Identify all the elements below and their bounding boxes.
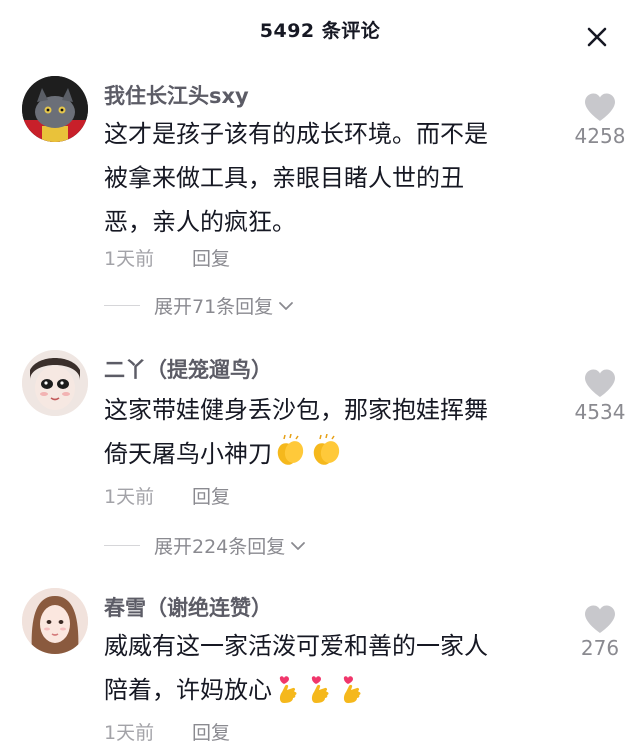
close-button[interactable] (582, 22, 612, 52)
finger-heart-emoji (338, 670, 368, 718)
username[interactable]: 二丫（提笼遛鸟） (104, 354, 272, 384)
like-count: 4258 (574, 124, 626, 148)
reply-button[interactable]: 回复 (192, 722, 230, 744)
heart-icon (585, 605, 615, 633)
heart-icon (585, 93, 615, 121)
comment-text-line: 被拿来做工具，亲眼目睹人世的丑 (104, 164, 464, 192)
close-icon (587, 27, 607, 47)
finger-heart-emoji (274, 670, 304, 718)
user-avatar[interactable] (22, 76, 88, 142)
comment-text: 这才是孩子该有的成长环境。而不是 被拿来做工具，亲眼目睹人世的丑 恶，亲人的疯狂… (104, 112, 544, 244)
like-count: 4534 (574, 400, 626, 424)
like-button[interactable]: 276 (560, 604, 640, 660)
heart-icon (585, 369, 615, 397)
expand-replies-label: 展开71条回复 (154, 296, 274, 318)
comment-text-line: 恶，亲人的疯狂。 (104, 208, 296, 236)
comment-text-line: 这才是孩子该有的成长环境。而不是 (104, 120, 488, 148)
comment-time: 1天前 (104, 248, 155, 270)
comment-time: 1天前 (104, 486, 155, 508)
comment-text: 这家带娃健身丢沙包，那家抱娃挥舞 倚天屠鸟小神刀 (104, 388, 544, 482)
comment-meta: 1天前 回复 (104, 482, 230, 509)
user-avatar[interactable] (22, 350, 88, 416)
comments-header: 5492 条评论 (0, 0, 640, 64)
username[interactable]: 我住长江头sxy (104, 80, 249, 110)
like-count: 276 (580, 636, 620, 660)
divider-dash (104, 545, 140, 546)
clapping-hands-emoji (310, 433, 344, 482)
expand-replies-button[interactable]: 展开71条回复 (104, 292, 295, 319)
username[interactable]: 春雪（谢绝连赞） (104, 592, 272, 622)
comment-time: 1天前 (104, 722, 155, 744)
cat-avatar-image (22, 76, 88, 142)
comment-text-line: 倚天屠鸟小神刀 (104, 432, 544, 482)
comment-text-line: 威威有这一家活泼可爱和善的一家人 (104, 632, 488, 660)
chevron-down-icon (279, 301, 294, 310)
comment-meta: 1天前 回复 (104, 718, 230, 745)
expand-replies-label: 展开224条回复 (154, 536, 286, 558)
cartoon-face-avatar-image (22, 350, 88, 416)
chevron-down-icon (291, 541, 306, 550)
divider-dash (104, 305, 140, 306)
comment-text-segment: 倚天屠鸟小神刀 (104, 440, 272, 468)
like-button[interactable]: 4258 (560, 92, 640, 148)
girl-photo-avatar-image (22, 588, 88, 654)
comment-text: 威威有这一家活泼可爱和善的一家人 陪着，许妈放心 (104, 624, 544, 718)
comment-text-line: 这家带娃健身丢沙包，那家抱娃挥舞 (104, 396, 488, 424)
expand-replies-button[interactable]: 展开224条回复 (104, 532, 307, 559)
comment-meta: 1天前 回复 (104, 244, 230, 271)
like-button[interactable]: 4534 (560, 368, 640, 424)
clapping-hands-emoji (274, 433, 308, 482)
finger-heart-emoji (306, 670, 336, 718)
comment-text-line: 陪着，许妈放心 (104, 668, 544, 718)
comment-count-title: 5492 条评论 (259, 20, 381, 42)
reply-button[interactable]: 回复 (192, 486, 230, 508)
user-avatar[interactable] (22, 588, 88, 654)
reply-button[interactable]: 回复 (192, 248, 230, 270)
comment-text-segment: 陪着，许妈放心 (104, 676, 272, 704)
